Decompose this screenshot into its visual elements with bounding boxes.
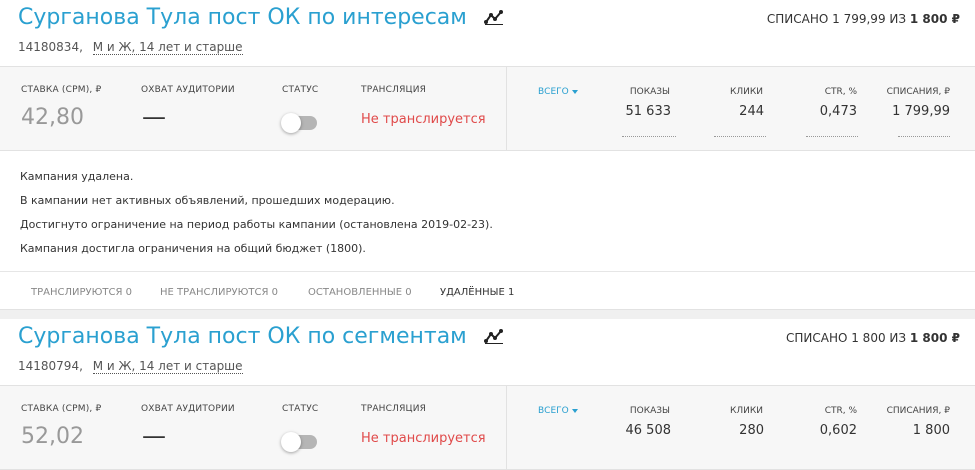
- metric-underline: [714, 136, 766, 137]
- metric-label-spent: СПИСАНИЯ, ₽: [886, 406, 950, 416]
- metric-label-ctr: CTR, %: [824, 87, 857, 97]
- metric-label-clicks: КЛИКИ: [729, 406, 763, 416]
- caret-down-icon: [571, 408, 578, 413]
- period-select-label: ВСЕГО: [538, 87, 569, 97]
- period-select[interactable]: ВСЕГО: [538, 87, 578, 97]
- status-label: СТАТУС: [282, 404, 319, 414]
- spent-limit: 1 800 ₽: [909, 331, 960, 345]
- tab-stopped[interactable]: ОСТАНОВЛЕННЫЕ 0: [308, 287, 412, 298]
- spent-text: СПИСАНО 1 799,99 ИЗ: [766, 12, 910, 26]
- ad-filter-tabs: ТРАНСЛИРУЮТСЯ 0 НЕ ТРАНСЛИРУЮТСЯ 0 ОСТАН…: [0, 271, 975, 309]
- metric-label-clicks: КЛИКИ: [729, 87, 763, 97]
- campaign-messages: Кампания удалена. В кампании нет активны…: [0, 150, 975, 270]
- trend-chart-icon[interactable]: [483, 6, 504, 31]
- toggle-knob: [281, 113, 301, 133]
- toggle-knob: [281, 432, 301, 452]
- divider: [506, 386, 507, 469]
- rate-value[interactable]: 42,80: [21, 105, 84, 130]
- reach-value: —: [142, 103, 166, 131]
- broadcast-status: Не транслируется: [361, 112, 486, 127]
- status-label: СТАТУС: [282, 85, 319, 95]
- rate-value[interactable]: 52,02: [21, 424, 84, 449]
- metric-underline: [898, 136, 950, 137]
- audience-link[interactable]: М и Ж, 14 лет и старше: [92, 40, 243, 55]
- campaign-header: Сурганова Тула пост ОК по интересам 1418…: [0, 0, 975, 66]
- period-select-label: ВСЕГО: [538, 406, 569, 416]
- status-toggle[interactable]: [281, 113, 317, 133]
- metric-value-spent: 1 799,99: [892, 104, 950, 119]
- metric-value-ctr: 0,473: [819, 104, 857, 119]
- spent-limit: 1 800 ₽: [909, 12, 960, 26]
- spent-summary: СПИСАНО 1 799,99 ИЗ 1 800 ₽: [767, 12, 960, 26]
- metric-value-clicks: 244: [739, 104, 764, 119]
- message-line: Кампания удалена.: [20, 170, 134, 183]
- tab-not-broadcasting[interactable]: НЕ ТРАНСЛИРУЮТСЯ 0: [160, 287, 278, 298]
- metric-value-ctr: 0,602: [819, 423, 857, 438]
- tab-deleted[interactable]: УДАЛЁННЫЕ 1: [440, 287, 514, 298]
- message-line: Достигнуто ограничение на период работы …: [20, 218, 493, 231]
- broadcast-status: Не транслируется: [361, 431, 486, 446]
- metric-value-spent: 1 800: [912, 423, 950, 438]
- metric-label-impressions: ПОКАЗЫ: [629, 87, 670, 97]
- trend-chart-icon[interactable]: [483, 325, 504, 350]
- campaign-title-link[interactable]: Сурганова Тула пост ОК по сегментам: [18, 324, 504, 350]
- campaign-title-link[interactable]: Сурганова Тула пост ОК по интересам: [18, 5, 504, 31]
- metric-label-spent: СПИСАНИЯ, ₽: [886, 87, 950, 97]
- campaign-meta: 14180834, М и Ж, 14 лет и старше: [18, 40, 243, 55]
- reach-label: ОХВАТ АУДИТОРИИ: [141, 85, 235, 95]
- metric-value-impressions: 51 633: [625, 104, 672, 119]
- campaign-title[interactable]: Сурганова Тула пост ОК по сегментам: [18, 324, 467, 349]
- spent-text: СПИСАНО 1 800 ИЗ: [785, 331, 910, 345]
- metric-label-ctr: CTR, %: [824, 406, 857, 416]
- tab-broadcasting[interactable]: ТРАНСЛИРУЮТСЯ 0: [31, 287, 132, 298]
- stats-panel: СТАВКА (CPM), ₽ 42,80 ОХВАТ АУДИТОРИИ — …: [0, 66, 975, 151]
- metric-value-clicks: 280: [739, 423, 764, 438]
- metric-underline: [806, 136, 858, 137]
- campaign-header: Сурганова Тула пост ОК по сегментам 1418…: [0, 319, 975, 385]
- reach-label: ОХВАТ АУДИТОРИИ: [141, 404, 235, 414]
- spent-summary: СПИСАНО 1 800 ИЗ 1 800 ₽: [786, 331, 960, 345]
- rate-label: СТАВКА (CPM), ₽: [21, 404, 102, 414]
- caret-down-icon: [571, 89, 578, 94]
- metric-value-impressions: 46 508: [625, 423, 672, 438]
- stats-panel: СТАВКА (CPM), ₽ 52,02 ОХВАТ АУДИТОРИИ — …: [0, 385, 975, 470]
- metric-underline: [622, 136, 676, 137]
- divider: [506, 67, 507, 150]
- campaign-id: 14180834,: [18, 40, 83, 54]
- message-line: Кампания достигла ограничения на общий б…: [20, 242, 366, 255]
- campaign-meta: 14180794, М и Ж, 14 лет и старше: [18, 359, 243, 374]
- reach-value: —: [142, 422, 166, 450]
- status-toggle[interactable]: [281, 432, 317, 452]
- period-select[interactable]: ВСЕГО: [538, 406, 578, 416]
- campaign-id: 14180794,: [18, 359, 83, 373]
- message-line: В кампании нет активных объявлений, прош…: [20, 194, 395, 207]
- campaign-title[interactable]: Сурганова Тула пост ОК по интересам: [18, 5, 467, 30]
- broadcast-label: ТРАНСЛЯЦИЯ: [361, 404, 427, 414]
- rate-label: СТАВКА (CPM), ₽: [21, 85, 102, 95]
- metric-label-impressions: ПОКАЗЫ: [629, 406, 670, 416]
- campaign-card: Сурганова Тула пост ОК по сегментам 1418…: [0, 319, 975, 470]
- audience-link[interactable]: М и Ж, 14 лет и старше: [92, 359, 243, 374]
- broadcast-label: ТРАНСЛЯЦИЯ: [361, 85, 427, 95]
- campaign-card: Сурганова Тула пост ОК по интересам 1418…: [0, 0, 975, 309]
